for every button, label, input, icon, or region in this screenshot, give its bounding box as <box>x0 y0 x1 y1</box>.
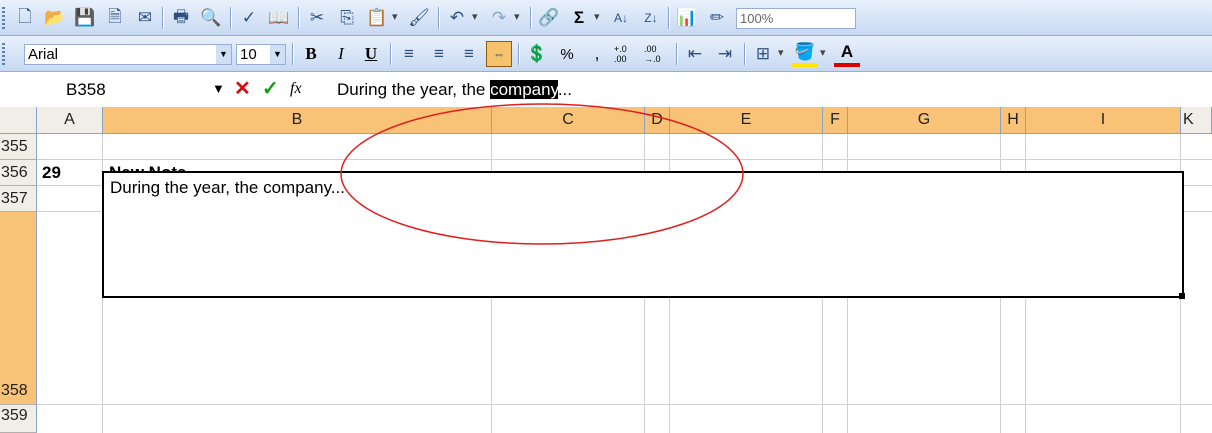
column-header-d[interactable]: D <box>645 107 670 134</box>
toolbar-grip[interactable] <box>2 43 5 65</box>
chevron-down-icon[interactable]: ▼ <box>216 45 231 64</box>
redo-icon[interactable]: ↷ <box>486 5 512 31</box>
column-header-g[interactable]: G <box>848 107 1001 134</box>
undo-icon[interactable]: ↶ <box>444 5 470 31</box>
name-box-dropdown-icon[interactable]: ▼ <box>212 78 225 100</box>
cut-icon[interactable]: ✂ <box>304 5 330 31</box>
insert-function-button[interactable]: fx <box>290 78 302 100</box>
align-right-icon[interactable]: ≡ <box>456 41 482 67</box>
permission-icon[interactable]: 🗎 <box>102 5 128 31</box>
standard-toolbar: 🗋 📂 💾 🗎 ✉ 🖶 🔍 ✓ 📖 ✂ ⎘ 📋 ▾ 🖌 ↶ ▾ ↷ ▾ 🔗 Σ … <box>0 0 1212 36</box>
comma-style-button[interactable]: , <box>584 41 610 67</box>
decrease-decimal-button[interactable]: .00 →.0 <box>644 41 670 67</box>
increase-decimal-button[interactable]: +.0 .00 <box>614 41 640 67</box>
spelling-icon[interactable]: ✓ <box>236 5 262 31</box>
sort-ascending-icon[interactable]: A↓ <box>608 5 634 31</box>
percent-button[interactable]: % <box>554 41 580 67</box>
paste-icon[interactable]: 📋 <box>364 5 390 31</box>
redo-dropdown-icon[interactable]: ▾ <box>514 10 520 23</box>
cell-a356[interactable]: 29 <box>42 163 61 183</box>
print-icon[interactable]: 🖶 <box>168 5 194 31</box>
font-color-label: A <box>840 42 854 61</box>
row-header-358[interactable]: 358 <box>0 212 37 405</box>
formula-input[interactable]: During the year, the company... <box>337 78 572 102</box>
toolbar-grip[interactable] <box>2 7 5 29</box>
font-size-combo[interactable]: 10 ▼ <box>236 44 286 65</box>
underline-label: U <box>364 44 378 63</box>
column-header-a[interactable]: A <box>37 107 103 134</box>
italic-label: I <box>338 44 344 63</box>
column-header-h[interactable]: H <box>1001 107 1026 134</box>
new-document-icon[interactable]: 🗋 <box>12 5 38 31</box>
font-color-button[interactable]: A <box>834 41 860 67</box>
bold-button[interactable]: B <box>298 41 324 67</box>
formatting-toolbar: Arial ▼ 10 ▼ B I U ≡ ≡ ≡ ⇔ 💲 % , +.0 .00… <box>0 36 1212 72</box>
autosum-dropdown-icon[interactable]: ▾ <box>594 10 600 23</box>
copy-icon[interactable]: ⎘ <box>334 5 360 31</box>
italic-button[interactable]: I <box>328 41 354 67</box>
autosum-label: Σ <box>573 8 585 27</box>
underline-button[interactable]: U <box>358 41 384 67</box>
enter-icon[interactable]: ✓ <box>262 78 279 100</box>
fill-handle[interactable] <box>1179 293 1185 299</box>
fill-color-dropdown-icon[interactable]: ▾ <box>820 46 826 59</box>
font-name-combo[interactable]: Arial ▼ <box>24 44 232 65</box>
decrease-indent-icon[interactable]: ⇤ <box>682 41 708 67</box>
column-header-c[interactable]: C <box>492 107 645 134</box>
zoom-box[interactable]: 100% <box>736 8 856 29</box>
zoom-value: 100% <box>740 11 774 26</box>
font-name-value: Arial <box>28 46 59 63</box>
row-header-359[interactable]: 359 <box>0 405 37 433</box>
undo-dropdown-icon[interactable]: ▾ <box>472 10 478 23</box>
decrease-decimal-label: .00 →.0 <box>644 44 661 64</box>
research-icon[interactable]: 📖 <box>266 5 292 31</box>
bold-label: B <box>305 44 317 63</box>
percent-label: % <box>560 45 574 63</box>
drawing-icon[interactable]: ✏ <box>704 5 730 31</box>
row-header-356[interactable]: 356 <box>0 160 37 186</box>
print-preview-icon[interactable]: 🔍 <box>198 5 224 31</box>
fill-color-icon[interactable]: 🪣 <box>792 41 818 67</box>
currency-icon[interactable]: 💲 <box>524 41 550 67</box>
open-folder-icon[interactable]: 📂 <box>42 5 68 31</box>
cancel-icon[interactable]: ✕ <box>234 78 251 100</box>
column-header-e[interactable]: E <box>670 107 823 134</box>
chevron-down-icon[interactable]: ▼ <box>270 45 285 64</box>
paste-dropdown-icon[interactable]: ▾ <box>392 10 398 23</box>
align-left-icon[interactable]: ≡ <box>396 41 422 67</box>
formula-text-suffix: ... <box>557 80 572 99</box>
column-header-k[interactable]: K <box>1181 107 1212 134</box>
increase-decimal-label: +.0 .00 <box>614 44 627 64</box>
name-box-value: B358 <box>66 80 106 99</box>
formula-text-prefix: During the year, the <box>337 80 491 99</box>
borders-dropdown-icon[interactable]: ▾ <box>778 46 784 59</box>
format-painter-icon[interactable]: 🖌 <box>406 5 432 31</box>
fx-label: fx <box>290 80 302 97</box>
align-center-icon[interactable]: ≡ <box>426 41 452 67</box>
name-box[interactable]: B358 <box>4 77 174 102</box>
active-cell-editor[interactable]: During the year, the company... <box>102 171 1184 298</box>
column-header-f[interactable]: F <box>823 107 848 134</box>
formula-bar: B358 ▼ ✕ ✓ fx During the year, the compa… <box>0 72 1212 108</box>
chart-wizard-icon[interactable]: 📊 <box>674 5 700 31</box>
borders-icon[interactable]: ⊞ <box>750 41 776 67</box>
row-header-355[interactable]: 355 <box>0 134 37 160</box>
autosum-icon[interactable]: Σ <box>566 5 592 31</box>
row-header-357[interactable]: 357 <box>0 186 37 212</box>
email-icon[interactable]: ✉ <box>132 5 158 31</box>
column-header-b[interactable]: B <box>103 107 492 134</box>
merge-center-icon[interactable]: ⇔ <box>486 41 512 67</box>
font-size-value: 10 <box>240 46 257 63</box>
column-header-i[interactable]: I <box>1026 107 1181 134</box>
hyperlink-icon[interactable]: 🔗 <box>536 5 562 31</box>
increase-indent-icon[interactable]: ⇥ <box>712 41 738 67</box>
comma-label: , <box>594 44 600 63</box>
save-icon[interactable]: 💾 <box>72 5 98 31</box>
formula-selected-text: company <box>490 80 558 99</box>
sort-descending-icon[interactable]: Z↓ <box>638 5 664 31</box>
select-all-corner[interactable] <box>0 107 37 134</box>
active-cell-text: During the year, the company... <box>110 178 345 197</box>
